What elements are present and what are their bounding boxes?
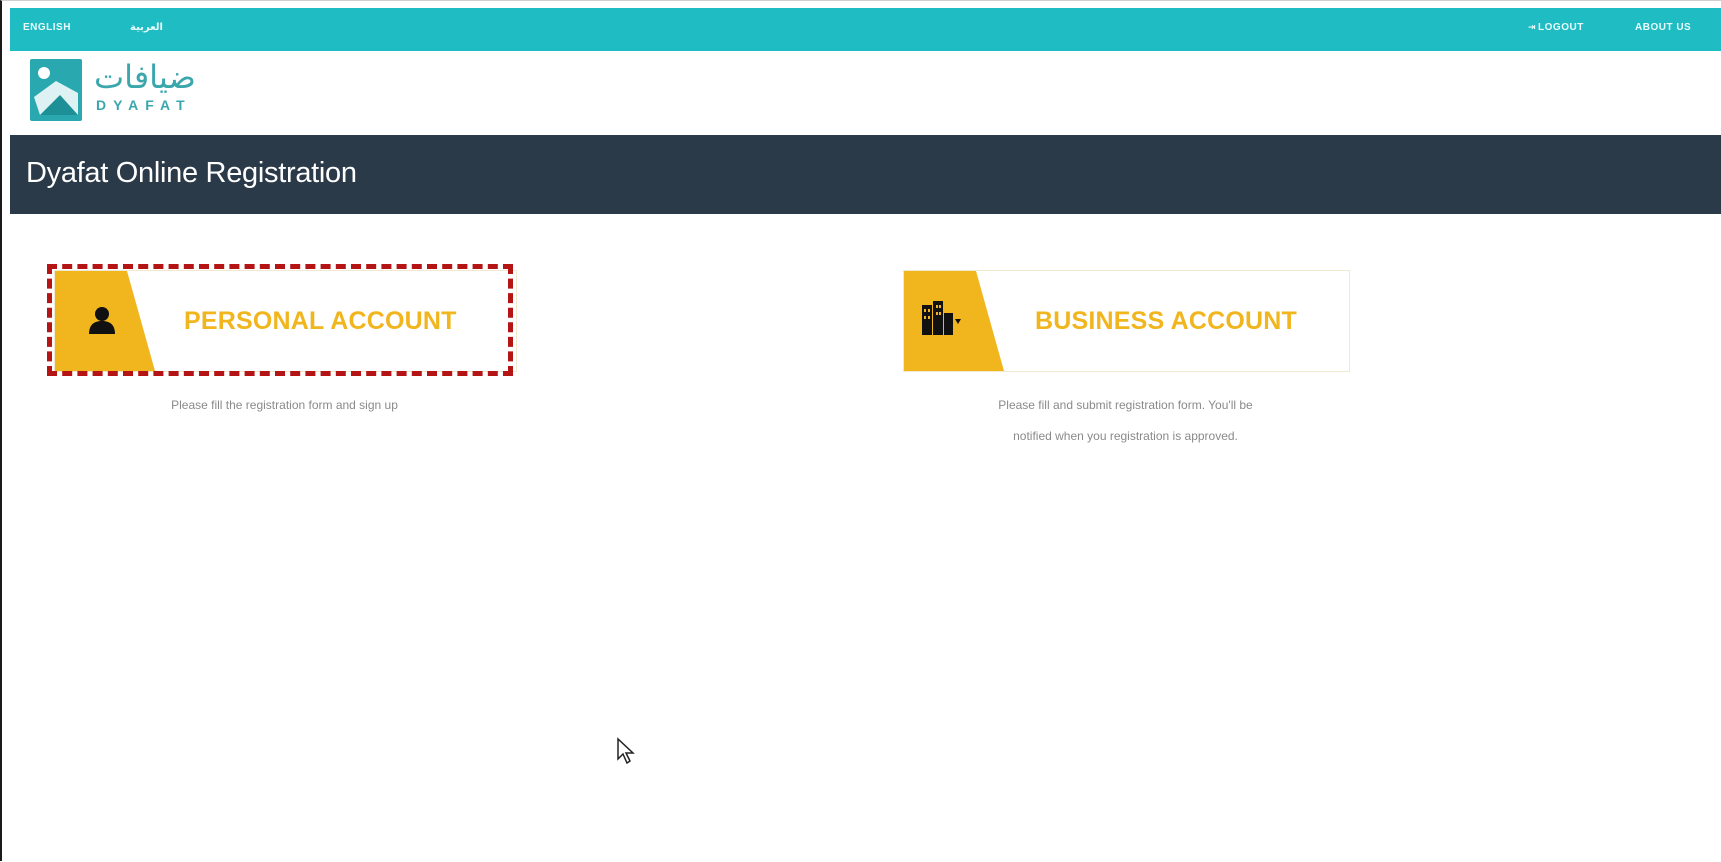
logout-link[interactable]: ⇥ LOGOUT — [1528, 22, 1584, 33]
business-description-line-2: notified when you registration is approv… — [1013, 429, 1238, 443]
personal-account-description: Please fill the registration form and si… — [171, 398, 398, 412]
mouse-cursor-icon — [617, 737, 635, 765]
personal-account-label: PERSONAL ACCOUNT — [184, 307, 457, 335]
logo-english-text: DYAFAT — [96, 97, 192, 113]
page-title: Dyafat Online Registration — [26, 157, 357, 189]
language-english-link[interactable]: ENGLISH — [23, 22, 71, 33]
page-title-banner: Dyafat Online Registration — [10, 135, 1721, 214]
personal-account-card[interactable]: PERSONAL ACCOUNT — [54, 270, 517, 372]
language-arabic-link[interactable]: العربية — [130, 22, 163, 33]
business-account-description: Please fill and submit registration form… — [903, 390, 1348, 452]
business-account-label: BUSINESS ACCOUNT — [1035, 307, 1298, 335]
logo-arabic-text: ضيافات — [94, 58, 196, 96]
business-description-line-1: Please fill and submit registration form… — [998, 398, 1253, 412]
business-account-card[interactable]: BUSINESS ACCOUNT — [903, 270, 1350, 372]
buildings-icon — [922, 301, 961, 335]
header-logo-row: ضيافات DYAFAT — [10, 51, 1721, 135]
dyafat-logo-icon[interactable] — [30, 59, 82, 121]
about-us-link[interactable]: ABOUT US — [1635, 22, 1691, 33]
top-nav-bar: ENGLISH العربية ⇥ LOGOUT ABOUT US — [10, 8, 1721, 51]
logout-label: LOGOUT — [1538, 22, 1584, 33]
person-icon — [89, 307, 115, 334]
logout-icon: ⇥ — [1528, 22, 1537, 32]
